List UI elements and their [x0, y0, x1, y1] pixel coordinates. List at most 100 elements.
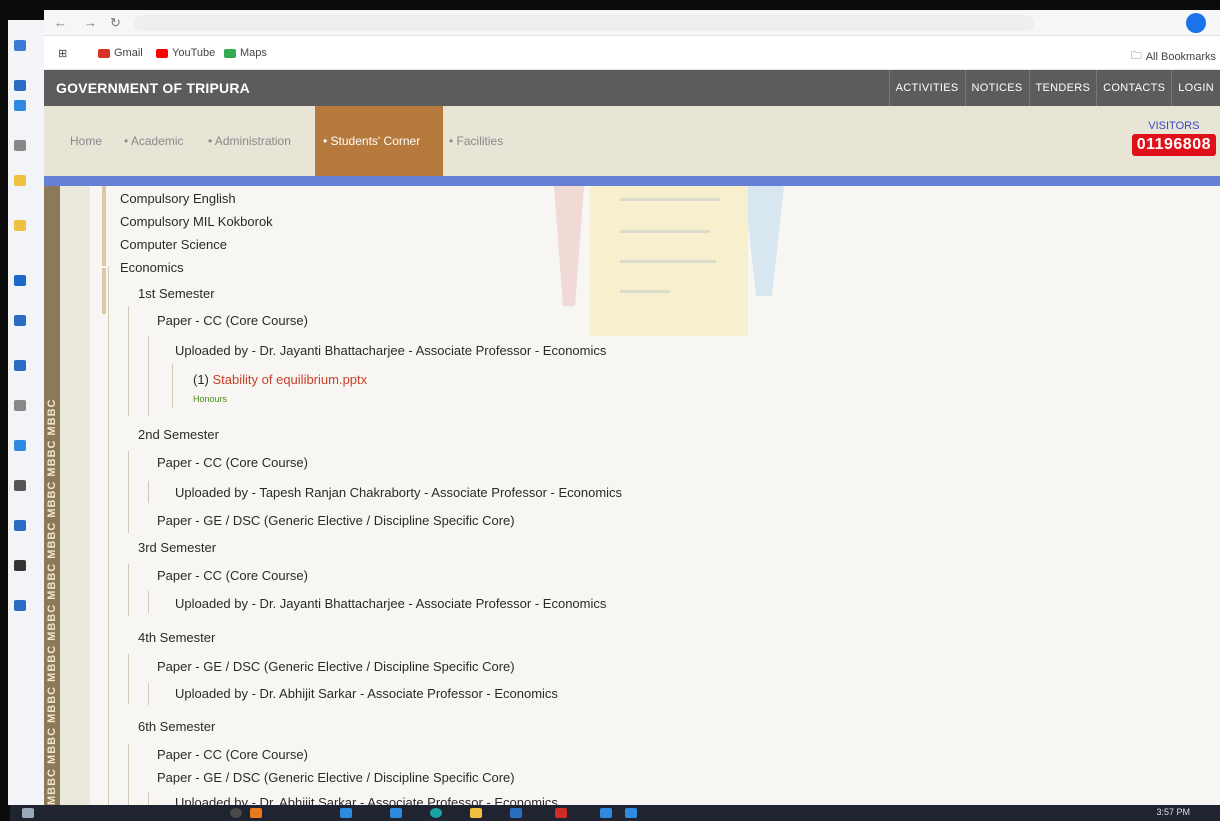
subject-item[interactable]: Compulsory English	[120, 191, 236, 206]
nav-login[interactable]: LOGIN	[1171, 70, 1220, 106]
paper-item[interactable]: Paper - CC (Core Course)	[157, 313, 308, 328]
apps-icon[interactable]: ⊞	[58, 47, 67, 60]
folder-icon[interactable]	[14, 40, 26, 51]
taskbar-clock[interactable]: 3:57 PM	[1156, 807, 1190, 817]
app-icon[interactable]	[555, 808, 567, 818]
bookmark-maps[interactable]: Maps	[224, 47, 267, 59]
uploader-item[interactable]: Uploaded by - Dr. Abhijit Sarkar - Assoc…	[175, 686, 558, 701]
profile-avatar[interactable]	[1186, 13, 1206, 33]
visitors-label: VISITORS	[1148, 120, 1200, 132]
paper-item[interactable]: Paper - GE / DSC (Generic Elective / Dis…	[157, 513, 515, 528]
semester-heading[interactable]: 3rd Semester	[138, 540, 216, 555]
uploader-item[interactable]: Uploaded by - Dr. Abhijit Sarkar - Assoc…	[175, 795, 558, 805]
pc-icon[interactable]	[14, 315, 26, 326]
reload-icon[interactable]: ↻	[110, 15, 121, 31]
address-input[interactable]	[134, 15, 1034, 31]
semester-heading[interactable]: 4th Semester	[138, 630, 215, 645]
mbbc-banner-text: MBBC MBBC MBBC MBBC MBBC MBBC MBBC MBBC …	[46, 398, 58, 805]
browser-icon[interactable]	[430, 808, 442, 818]
site-header: GOVERNMENT OF TRIPURA ACTIVITIES NOTICES…	[44, 70, 1220, 106]
menu-students-corner[interactable]: • Students' Corner	[315, 106, 443, 176]
drive-icon[interactable]	[14, 480, 26, 491]
nav-notices[interactable]: NOTICES	[964, 70, 1029, 106]
file-entry[interactable]: (1) Stability of equilibrium.pptx	[193, 372, 367, 387]
paper-item[interactable]: Paper - CC (Core Course)	[157, 455, 308, 470]
download-icon[interactable]	[14, 100, 26, 111]
all-bookmarks[interactable]: 🗀 All Bookmarks	[1131, 47, 1216, 66]
content-area: MBBC MBBC MBBC MBBC MBBC MBBC MBBC MBBC …	[44, 186, 1220, 805]
drive-icon[interactable]	[14, 560, 26, 571]
tree-line	[128, 654, 129, 704]
uploader-item[interactable]: Uploaded by - Dr. Jayanti Bhattacharjee …	[175, 596, 606, 611]
nav-tenders[interactable]: TENDERS	[1028, 70, 1097, 106]
bookmark-label: YouTube	[172, 47, 216, 59]
menu-academic[interactable]: • Academic	[124, 134, 184, 148]
folder-icon[interactable]	[14, 220, 26, 231]
app-icon[interactable]	[340, 808, 352, 818]
mbbc-side-banner: MBBC MBBC MBBC MBBC MBBC MBBC MBBC MBBC …	[44, 186, 60, 805]
paper-item[interactable]: Paper - CC (Core Course)	[157, 568, 308, 583]
background-decoration	[554, 186, 584, 306]
bookmark-label: Gmail	[114, 47, 143, 59]
uploader-item[interactable]: Uploaded by - Tapesh Ranjan Chakraborty …	[175, 485, 622, 500]
semester-heading[interactable]: 1st Semester	[138, 286, 215, 301]
gov-title: GOVERNMENT OF TRIPURA	[56, 80, 250, 96]
desktop-icon[interactable]	[14, 360, 26, 371]
forward-icon[interactable]: →	[84, 15, 97, 30]
tree-line	[128, 564, 129, 616]
paper-item[interactable]: Paper - GE / DSC (Generic Elective / Dis…	[157, 770, 515, 785]
windows-start-icon[interactable]	[22, 808, 34, 818]
semester-heading[interactable]: 2nd Semester	[138, 427, 219, 442]
all-bookmarks-label: All Bookmarks	[1145, 50, 1216, 63]
bookmark-label: Maps	[240, 47, 267, 59]
uploader-item[interactable]: Uploaded by - Dr. Jayanti Bhattacharjee …	[175, 343, 606, 358]
maps-icon	[224, 48, 236, 58]
app-icon[interactable]	[390, 808, 402, 818]
address-bar-row: ← → ↻	[44, 10, 1220, 36]
menu-administration[interactable]: • Administration	[208, 134, 291, 148]
menu-divider	[44, 176, 1220, 186]
document-icon[interactable]	[14, 140, 26, 151]
file-index: (1)	[193, 372, 209, 387]
file-tag: Honours	[193, 394, 228, 404]
app-icon[interactable]	[625, 808, 637, 818]
computer-icon[interactable]	[14, 80, 26, 91]
search-icon[interactable]	[230, 808, 242, 818]
tree-line	[128, 744, 129, 805]
paper-item[interactable]: Paper - CC (Core Course)	[157, 747, 308, 762]
tree-line	[128, 451, 129, 533]
cloud-icon[interactable]	[14, 275, 26, 286]
app-icon[interactable]	[600, 808, 612, 818]
nav-activities[interactable]: ACTIVITIES	[888, 70, 965, 106]
bookmark-gmail[interactable]: Gmail	[98, 47, 143, 59]
semester-heading[interactable]: 6th Semester	[138, 719, 215, 734]
subject-item[interactable]: Economics	[120, 260, 184, 275]
folder-icon[interactable]	[470, 808, 482, 818]
main-menu: Home • Academic • Administration • Stude…	[44, 106, 1220, 176]
network-icon[interactable]	[14, 600, 26, 611]
folder-icon[interactable]	[14, 175, 26, 186]
tree-line	[108, 266, 109, 805]
subject-item[interactable]: Compulsory MIL Kokborok	[120, 214, 273, 229]
app-icon[interactable]	[250, 808, 262, 818]
music-icon[interactable]	[14, 440, 26, 451]
tree-line	[148, 792, 149, 805]
paper-item[interactable]: Paper - GE / DSC (Generic Elective / Dis…	[157, 659, 515, 674]
document-icon[interactable]	[14, 400, 26, 411]
taskbar: 3:57 PM	[10, 805, 1220, 821]
menu-home[interactable]: Home	[70, 134, 102, 148]
subject-item[interactable]: Computer Science	[120, 237, 227, 252]
side-column	[60, 186, 90, 805]
file-link[interactable]: Stability of equilibrium.pptx	[213, 372, 368, 387]
menu-facilities[interactable]: • Facilities	[449, 134, 503, 148]
nav-contacts[interactable]: CONTACTS	[1096, 70, 1171, 106]
tree-line	[148, 481, 149, 503]
background-decoration	[744, 186, 784, 296]
app-icon[interactable]	[510, 808, 522, 818]
folder-icon: 🗀	[1130, 50, 1142, 62]
drive-icon[interactable]	[14, 520, 26, 531]
bookmark-youtube[interactable]: YouTube	[156, 47, 215, 59]
back-icon[interactable]: ←	[54, 15, 67, 30]
youtube-icon	[156, 48, 168, 58]
tree-line	[172, 364, 173, 408]
